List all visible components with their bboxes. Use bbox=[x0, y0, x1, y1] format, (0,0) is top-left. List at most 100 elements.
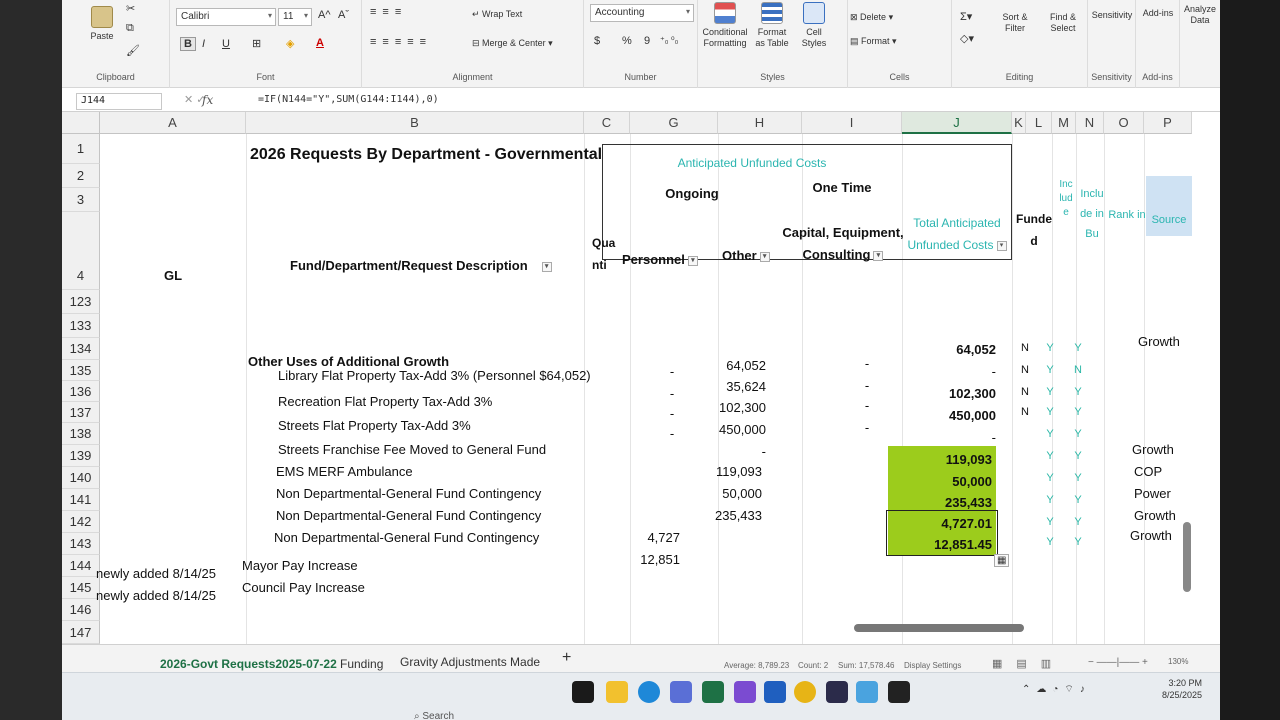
col-header-m[interactable]: M bbox=[1052, 112, 1076, 134]
grow-font-icon[interactable]: A^ bbox=[318, 9, 331, 21]
cell-i138[interactable]: - bbox=[852, 420, 882, 435]
cell-styles-button[interactable]: Cell Styles bbox=[794, 2, 834, 49]
italic-button[interactable]: I bbox=[202, 38, 205, 50]
edge-icon[interactable] bbox=[638, 681, 660, 703]
filter-dropdown-icon[interactable]: ▾ bbox=[996, 240, 1007, 251]
col-header-j[interactable]: J bbox=[902, 112, 1012, 134]
format-button[interactable]: ▤ Format ▾ bbox=[850, 36, 897, 47]
cell-m143[interactable]: Y bbox=[1038, 536, 1062, 548]
cell-k134[interactable]: N bbox=[1012, 342, 1038, 354]
display-settings-button[interactable]: Display Settings bbox=[904, 661, 961, 670]
cell-i137[interactable]: - bbox=[852, 398, 882, 413]
cell-m138[interactable]: Y bbox=[1038, 428, 1062, 440]
cell-j142[interactable]: 4,727.01 bbox=[892, 516, 992, 531]
cell-j140[interactable]: 50,000 bbox=[892, 474, 992, 489]
cell-h142[interactable]: 235,433 bbox=[702, 508, 762, 523]
row-header[interactable]: 135 bbox=[62, 360, 100, 381]
cell-h141[interactable]: 50,000 bbox=[702, 486, 762, 501]
filter-dropdown-icon[interactable]: ▾ bbox=[541, 261, 552, 272]
cell-j137[interactable]: 450,000 bbox=[902, 408, 996, 423]
cell-m136[interactable]: Y bbox=[1038, 386, 1062, 398]
cell-b142[interactable]: Non Departmental-General Fund Contingenc… bbox=[276, 508, 541, 523]
cell-g138[interactable]: - bbox=[652, 426, 692, 441]
cell-b141[interactable]: Non Departmental-General Fund Contingenc… bbox=[276, 486, 541, 501]
cell-m141[interactable]: Y bbox=[1038, 494, 1062, 506]
cell-b143[interactable]: Non Departmental-General Fund Contingenc… bbox=[274, 530, 539, 545]
cell-j136[interactable]: 102,300 bbox=[902, 386, 996, 401]
col-header-g[interactable]: G bbox=[630, 112, 718, 134]
cell-b139[interactable]: Streets Franchise Fee Moved to General F… bbox=[278, 442, 546, 457]
find-select-button[interactable]: Find & Select bbox=[1040, 12, 1086, 34]
col-header-n[interactable]: N bbox=[1076, 112, 1104, 134]
comma-button[interactable]: 9 bbox=[644, 35, 650, 47]
cell-a145[interactable]: newly added 8/14/25 bbox=[96, 588, 216, 603]
cell-b136[interactable]: Library Flat Property Tax-Add 3% (Person… bbox=[278, 368, 591, 383]
cell-i135[interactable]: - bbox=[852, 356, 882, 371]
row-header[interactable]: 134 bbox=[62, 338, 100, 360]
cell-k136[interactable]: N bbox=[1012, 386, 1038, 398]
view-mode-icons[interactable]: ▦▤▥ bbox=[992, 657, 1065, 670]
cell-h135[interactable]: 64,052 bbox=[718, 358, 766, 373]
cell-h137[interactable]: 102,300 bbox=[718, 400, 766, 415]
search-box[interactable]: ⌕ Search bbox=[414, 711, 454, 720]
col-header-k[interactable]: K bbox=[1012, 112, 1026, 134]
cell-n136[interactable]: Y bbox=[1066, 386, 1090, 398]
clock[interactable]: 3:20 PM 8/25/2025 bbox=[1162, 677, 1202, 701]
vertical-align-icons[interactable]: ≡≡≡ bbox=[370, 6, 407, 18]
sort-filter-button[interactable]: Sort & Filter bbox=[992, 12, 1038, 34]
col-header-i[interactable]: I bbox=[802, 112, 902, 134]
clear-icon[interactable]: ◇▾ bbox=[960, 32, 974, 45]
cell-h136[interactable]: 35,624 bbox=[718, 379, 766, 394]
zoom-level[interactable]: 130% bbox=[1168, 657, 1188, 666]
cell-o141[interactable]: Power bbox=[1134, 486, 1171, 501]
row-header[interactable]: 139 bbox=[62, 445, 100, 467]
row-header[interactable]: 1 bbox=[62, 134, 100, 164]
cell-b137[interactable]: Recreation Flat Property Tax-Add 3% bbox=[278, 394, 492, 409]
cell-m135[interactable]: Y bbox=[1038, 364, 1062, 376]
col-header-p[interactable]: P bbox=[1144, 112, 1192, 134]
row-header[interactable]: 145 bbox=[62, 577, 100, 599]
merge-center-button[interactable]: ⊟ Merge & Center ▾ bbox=[472, 38, 553, 49]
system-tray-icons[interactable]: ⌃☁◔⌔♪ bbox=[1022, 683, 1091, 696]
filter-dropdown-icon[interactable]: ▾ bbox=[759, 251, 770, 262]
cell-j139[interactable]: 119,093 bbox=[892, 452, 992, 467]
autosum-icon[interactable]: Σ▾ bbox=[960, 10, 972, 23]
col-header-b[interactable]: B bbox=[246, 112, 584, 134]
file-explorer-icon[interactable] bbox=[572, 681, 594, 703]
row-header[interactable]: 133 bbox=[62, 314, 100, 338]
bold-button[interactable]: B bbox=[180, 37, 196, 51]
cell-b144[interactable]: Mayor Pay Increase bbox=[242, 558, 358, 573]
cell-n141[interactable]: Y bbox=[1066, 494, 1090, 506]
row-header[interactable]: 141 bbox=[62, 489, 100, 511]
cell-o140[interactable]: COP bbox=[1134, 464, 1162, 479]
col-header-h[interactable]: H bbox=[718, 112, 802, 134]
row-header[interactable]: 123 bbox=[62, 290, 100, 314]
row-header[interactable]: 147 bbox=[62, 621, 100, 644]
underline-button[interactable]: U bbox=[222, 38, 230, 50]
cell-a144[interactable]: newly added 8/14/25 bbox=[96, 566, 216, 581]
cell-g135[interactable]: - bbox=[652, 364, 692, 379]
format-painter-icon[interactable]: 🖌 bbox=[126, 44, 140, 57]
zoom-slider[interactable]: − ——|—— + bbox=[1088, 657, 1148, 668]
select-all-corner[interactable] bbox=[62, 112, 100, 134]
vertical-scrollbar-thumb[interactable] bbox=[1183, 522, 1191, 592]
row-header[interactable]: 138 bbox=[62, 423, 100, 445]
row-header[interactable]: 146 bbox=[62, 599, 100, 621]
cell-b138[interactable]: Streets Flat Property Tax-Add 3% bbox=[278, 418, 471, 433]
quick-analysis-icon[interactable]: ▦ bbox=[994, 554, 1010, 567]
word-icon[interactable] bbox=[764, 681, 786, 703]
paste-button[interactable]: Paste bbox=[84, 6, 120, 42]
cell-o143[interactable]: Growth bbox=[1130, 528, 1172, 543]
cell-b135[interactable]: Other Uses of Additional Growth bbox=[248, 354, 449, 369]
row-header[interactable]: 3 bbox=[62, 188, 100, 212]
cell-j135[interactable]: - bbox=[902, 364, 996, 379]
cell-g143[interactable]: 4,727 bbox=[628, 530, 680, 545]
snipping-tool-icon[interactable] bbox=[856, 681, 878, 703]
app-icon[interactable] bbox=[826, 681, 848, 703]
cell-o139[interactable]: Growth bbox=[1132, 442, 1174, 457]
row-header[interactable]: 4 bbox=[62, 212, 100, 290]
cell-m142[interactable]: Y bbox=[1038, 516, 1062, 528]
cell-n140[interactable]: Y bbox=[1066, 472, 1090, 484]
cell-n138[interactable]: Y bbox=[1066, 428, 1090, 440]
percent-button[interactable]: % bbox=[622, 35, 632, 47]
